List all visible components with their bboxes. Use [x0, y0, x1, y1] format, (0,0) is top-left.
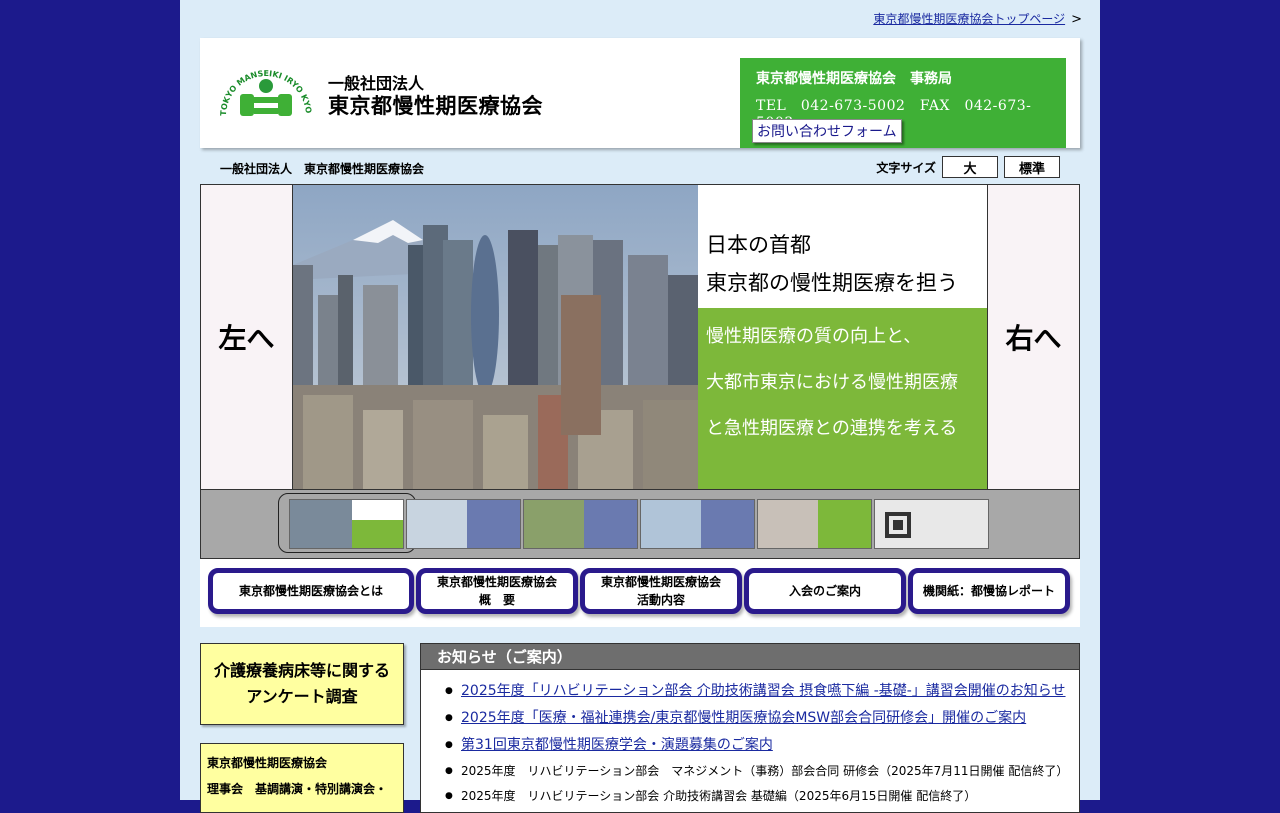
- chevron-right-icon: >: [1071, 12, 1082, 27]
- slide-headline: 日本の首都 東京都の慢性期医療を担う: [698, 185, 988, 308]
- nav-about-label: 東京都慢性期医療協会とは: [238, 584, 383, 598]
- slide-thumbnail-2[interactable]: [406, 499, 521, 549]
- nav-activities-label-2: 活動内容: [636, 593, 685, 607]
- slider-thumbnails: [200, 489, 1080, 559]
- slide-thumbnail-5[interactable]: [757, 499, 872, 549]
- org-name: 東京都慢性期医療協会: [328, 94, 543, 118]
- survey-banner-line2: アンケート調査: [246, 687, 358, 706]
- top-page-link-area: 東京都慢性期医療協会トップページ >: [873, 10, 1082, 27]
- contact-office: 東京都慢性期医療協会 事務局: [756, 71, 952, 87]
- slide-body: 慢性期医療の質の向上と、 大都市東京における慢性期医療 と急性期医療との連携を考…: [698, 308, 988, 489]
- hero-slider: 左へ 日本の首都 東京都の慢性期医療を担う 慢性期医療の質の向上と、 大都市東京…: [200, 184, 1080, 490]
- nav-overview-label-2: 概 要: [478, 593, 515, 607]
- slide-thumbnail-6[interactable]: [874, 499, 989, 549]
- news-list: 2025年度「リハビリテーション部会 介助技術講習会 摂食嚥下編 -基礎-」講習…: [421, 670, 1079, 809]
- board-banner-line2: 理事会 基調講演・特別講演会・: [207, 782, 388, 796]
- slide-headline-line2: 東京都の慢性期医療を担う: [706, 271, 958, 295]
- nav-membership-button[interactable]: 入会のご案内: [744, 568, 906, 614]
- survey-banner[interactable]: 介護療養病床等に関する アンケート調査: [200, 643, 404, 725]
- slide-body-line1: 慢性期医療の質の向上と、: [706, 326, 922, 347]
- contact-box: 東京都慢性期医療協会 事務局 TEL 042-673-5002 FAX 042-…: [740, 58, 1066, 148]
- font-size-control: 文字サイズ 大 標準: [876, 156, 1060, 178]
- news-link[interactable]: 2025年度「医療・福祉連携会/東京都慢性期医療協会MSW部会合同研修会」開催の…: [461, 710, 1026, 726]
- news-item: 2025年度「医療・福祉連携会/東京都慢性期医療協会MSW部会合同研修会」開催の…: [445, 705, 1079, 732]
- breadcrumb: 一般社団法人 東京都慢性期医療協会: [220, 162, 425, 176]
- slide-thumbnail-4[interactable]: [640, 499, 755, 549]
- association-logo[interactable]: TOKYO MANSEIKI IRYO KYOKAI: [218, 64, 314, 124]
- board-lectures-banner[interactable]: 東京都慢性期医療協会 理事会 基調講演・特別講演会・: [200, 743, 404, 813]
- tokyo-skyline-image: [293, 185, 698, 489]
- font-size-standard-button[interactable]: 標準: [1004, 156, 1060, 178]
- news-item: 第31回東京都慢性期医療学会・演題募集のご案内: [445, 732, 1079, 759]
- main-navigation: 東京都慢性期医療協会とは 東京都慢性期医療協会概 要 東京都慢性期医療協会 活動内…: [200, 559, 1080, 627]
- nav-report-label: 機関紙：都慢協レポート: [922, 584, 1055, 598]
- news-item: 2025年度「リハビリテーション部会 介助技術講習会 摂食嚥下編 -基礎-」講習…: [445, 678, 1079, 705]
- nav-report-button[interactable]: 機関紙：都慢協レポート: [908, 568, 1070, 614]
- slide-body-line2: 大都市東京における慢性期医療: [706, 372, 958, 393]
- slide-body-line3: と急性期医療との連携を考える: [706, 418, 958, 439]
- slide-caption: 日本の首都 東京都の慢性期医療を担う 慢性期医療の質の向上と、 大都市東京におけ…: [698, 185, 988, 489]
- nav-overview-label-1: 東京都慢性期医療協会: [436, 575, 557, 589]
- contact-form-button[interactable]: お問い合わせフォーム: [752, 119, 902, 143]
- top-page-link[interactable]: 東京都慢性期医療協会トップページ: [873, 12, 1065, 26]
- font-size-label: 文字サイズ: [876, 160, 936, 175]
- news-item: 2025年度 リハビリテーション部会 マネジメント（事務）部会合同 研修会（20…: [445, 759, 1079, 784]
- page-container: 東京都慢性期医療協会トップページ > TOKYO MANSEIKI IRYO KY…: [180, 0, 1100, 813]
- board-banner-line1: 東京都慢性期医療協会: [207, 756, 328, 770]
- nav-about-button[interactable]: 東京都慢性期医療協会とは: [208, 568, 414, 614]
- site-header: TOKYO MANSEIKI IRYO KYOKAI 一般社団法人 東京都慢性期…: [200, 38, 1080, 148]
- nav-overview-button[interactable]: 東京都慢性期医療協会概 要: [416, 568, 578, 614]
- slide-thumbnail-1[interactable]: [289, 499, 404, 549]
- slider-prev-button[interactable]: 左へ: [201, 185, 293, 489]
- slide-thumbnail-3[interactable]: [523, 499, 638, 549]
- slider-next-button[interactable]: 右へ: [987, 185, 1079, 489]
- news-link[interactable]: 第31回東京都慢性期医療学会・演題募集のご案内: [461, 737, 773, 753]
- slide-headline-line1: 日本の首都: [706, 233, 811, 257]
- news-panel: お知らせ（ご案内） 2025年度「リハビリテーション部会 介助技術講習会 摂食嚥…: [420, 643, 1080, 813]
- survey-banner-line1: 介護療養病床等に関する: [213, 661, 390, 680]
- nav-membership-label: 入会のご案内: [788, 584, 861, 598]
- news-link[interactable]: 2025年度「リハビリテーション部会 介助技術講習会 摂食嚥下編 -基礎-」講習…: [461, 683, 1066, 699]
- news-title: お知らせ（ご案内）: [421, 644, 1079, 670]
- nav-activities-button[interactable]: 東京都慢性期医療協会 活動内容: [580, 568, 742, 614]
- nav-activities-label-1: 東京都慢性期医療協会: [600, 575, 721, 589]
- news-item: 2025年度 リハビリテーション部会 介助技術講習会 基礎編（2025年6月15…: [445, 784, 1079, 809]
- font-size-large-button[interactable]: 大: [942, 156, 998, 178]
